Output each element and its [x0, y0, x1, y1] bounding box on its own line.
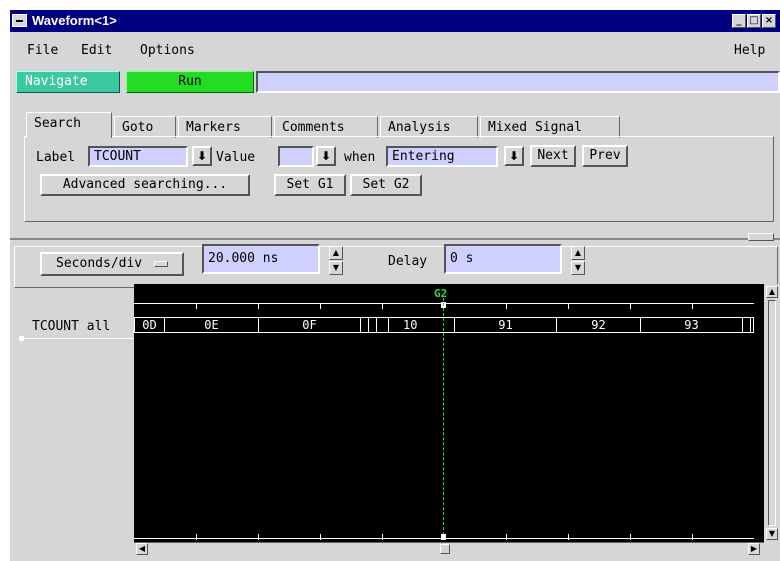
label-field[interactable]: TCOUNT	[88, 146, 188, 167]
minimize-icon[interactable]: _	[732, 14, 746, 28]
value-dropdown-icon[interactable]: ⬇	[316, 146, 336, 166]
bus-glitch	[376, 317, 388, 333]
option-menu-icon	[153, 260, 168, 267]
next-button[interactable]: Next	[530, 145, 576, 167]
ruler-tick	[258, 303, 259, 309]
scroll-down-icon[interactable]: ▼	[766, 528, 778, 540]
when-dropdown-icon[interactable]: ⬇	[504, 146, 524, 166]
delay-label: Delay	[388, 254, 428, 269]
label-dropdown-icon[interactable]: ⬇	[192, 146, 212, 166]
tab-goto[interactable]: Goto	[114, 116, 176, 138]
seconds-div-menu[interactable]: Seconds/div	[40, 252, 184, 276]
signal-line	[22, 338, 134, 339]
advanced-searching-button[interactable]: Advanced searching...	[40, 174, 250, 196]
menu-help[interactable]: Help	[734, 43, 765, 58]
title-bar[interactable]: Waveform<1> _ □ ×	[10, 10, 780, 32]
g2-marker-line[interactable]	[443, 298, 444, 540]
toolbar: Navigate Run	[10, 68, 780, 96]
waveform-display[interactable]: G2 0D 0E 0F 10 91 92 93	[134, 284, 764, 542]
value-label: Value	[216, 150, 256, 165]
scroll-up-icon[interactable]: ▲	[766, 286, 778, 298]
tab-search[interactable]: Search	[26, 112, 112, 138]
delay-down-icon[interactable]: ▼	[571, 261, 585, 275]
system-menu-icon[interactable]	[12, 14, 27, 27]
bus-glitch	[742, 317, 750, 333]
bus-segment[interactable]: 10	[388, 317, 454, 333]
ruler-tick	[196, 534, 197, 540]
status-field	[256, 71, 780, 93]
vertical-scroll-track[interactable]	[768, 300, 776, 526]
vertical-scrollbar[interactable]: ▲ ▼	[764, 284, 780, 542]
delay-up-icon[interactable]: ▲	[571, 246, 585, 260]
signal-marker-icon	[19, 336, 24, 341]
menu-options[interactable]: Options	[140, 43, 195, 58]
horizontal-scrollbar[interactable]: ◀ ▶	[134, 542, 764, 556]
menu-file[interactable]: File	[27, 43, 58, 58]
set-g1-button[interactable]: Set G1	[274, 174, 346, 196]
tab-mixed-signal[interactable]: Mixed Signal	[480, 116, 620, 138]
run-button[interactable]: Run	[126, 71, 254, 93]
menu-bar: File Edit Options Help	[10, 34, 780, 64]
ruler-tick	[382, 303, 383, 309]
window-title: Waveform<1>	[32, 13, 117, 28]
label-label: Label	[36, 150, 76, 165]
scroll-left-icon[interactable]: ◀	[136, 543, 148, 555]
ruler-tick	[320, 534, 321, 540]
signal-label[interactable]: TCOUNT all	[32, 319, 110, 334]
close-icon[interactable]: ×	[762, 14, 776, 28]
bus-glitch	[368, 317, 376, 333]
waveform-window: Waveform<1> _ □ × File Edit Options Help…	[10, 10, 780, 561]
horizontal-scroll-thumb[interactable]	[440, 544, 450, 554]
ruler-tick	[320, 303, 321, 309]
set-g2-button[interactable]: Set G2	[350, 174, 422, 196]
bus-glitch	[750, 317, 754, 333]
pane-divider	[10, 238, 780, 240]
seconds-div-up-icon[interactable]: ▲	[329, 246, 343, 260]
ruler-tick	[382, 534, 383, 540]
bus-segment[interactable]: 0E	[164, 317, 258, 333]
ruler-tick	[506, 534, 507, 540]
value-field[interactable]	[278, 146, 314, 167]
scroll-right-icon[interactable]: ▶	[748, 543, 760, 555]
seconds-div-label: Seconds/div	[56, 256, 143, 271]
bus-glitch	[360, 317, 368, 333]
pane-sash[interactable]	[748, 233, 774, 241]
menu-edit[interactable]: Edit	[81, 43, 112, 58]
ruler-tick	[506, 303, 507, 309]
marker-handle-bottom[interactable]	[441, 534, 446, 540]
ruler-tick	[692, 303, 693, 309]
bus-segment[interactable]: 92	[556, 317, 640, 333]
ruler-tick	[692, 534, 693, 540]
ruler-tick	[630, 534, 631, 540]
bus-segment[interactable]: 0D	[134, 317, 164, 333]
when-label: when	[344, 150, 376, 165]
navigate-button[interactable]: Navigate	[16, 71, 120, 93]
bus-segment[interactable]: 91	[454, 317, 556, 333]
prev-button[interactable]: Prev	[582, 145, 628, 167]
seconds-div-down-icon[interactable]: ▼	[329, 261, 343, 275]
ruler-tick	[258, 534, 259, 540]
g2-marker-label[interactable]: G2	[434, 287, 447, 300]
seconds-div-field[interactable]: 20.000 ns	[202, 244, 320, 274]
when-field[interactable]: Entering	[386, 146, 498, 167]
tab-comments[interactable]: Comments	[274, 116, 378, 138]
tab-analysis[interactable]: Analysis	[380, 116, 478, 138]
ruler-tick	[568, 534, 569, 540]
bus-segment[interactable]: 93	[640, 317, 742, 333]
tab-markers[interactable]: Markers	[178, 116, 272, 138]
ruler-tick	[630, 303, 631, 309]
ruler-tick	[196, 303, 197, 309]
ruler-tick	[568, 303, 569, 309]
bus-segment[interactable]: 0F	[258, 317, 360, 333]
maximize-icon[interactable]: □	[747, 14, 761, 28]
delay-field[interactable]: 0 s	[444, 244, 562, 274]
